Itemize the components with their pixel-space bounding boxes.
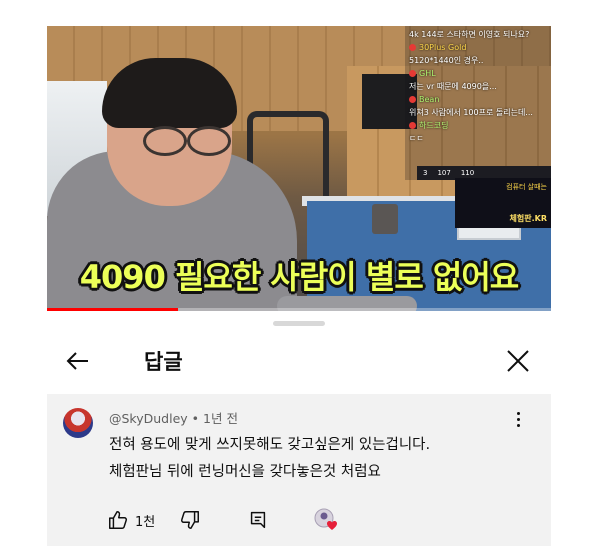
close-icon xyxy=(507,350,529,372)
back-button[interactable] xyxy=(61,344,95,378)
video-progress-fill xyxy=(47,308,179,311)
streamer-glasses xyxy=(139,126,231,156)
chat-badge-icon xyxy=(409,122,416,129)
chat-line: GHL xyxy=(405,67,551,80)
meta-separator: • xyxy=(191,411,204,426)
comment-card: @SkyDudley • 1년 전 전혀 용도에 맞게 쓰지못해도 갖고싶은게 … xyxy=(47,394,551,546)
counter-value: 3 xyxy=(423,169,428,177)
chat-line: 4k 144로 스타하면 이영호 되나요? xyxy=(409,30,530,39)
promo-brand: 체험판.KR xyxy=(509,214,547,223)
comment-line: 체험판님 뒤에 런닝머신을 갖다놓은것 처럼요 xyxy=(109,464,381,480)
reply-button[interactable] xyxy=(247,507,269,533)
thumb-up-icon xyxy=(109,511,128,529)
close-button[interactable] xyxy=(501,344,535,378)
comment-line: 전혀 용도에 맞게 쓰지못해도 갖고싶은게 있는겁니다. xyxy=(109,437,431,453)
thumb-down-icon xyxy=(180,511,199,529)
more-options-button[interactable] xyxy=(513,412,523,434)
video-player[interactable]: 4k 144로 스타하면 이영호 되나요? 30Plus Gold 5120*1… xyxy=(47,26,551,311)
comment-actions: 1천 xyxy=(107,507,547,533)
creator-heart xyxy=(313,507,341,533)
chat-line: Bean xyxy=(405,93,551,106)
chat-line: 5120*1440인 경우.. xyxy=(409,56,484,65)
chat-line: 하드코딩 xyxy=(405,119,551,132)
chat-line: 저는 vr 때문에 4090을... xyxy=(409,82,497,91)
live-chat-overlay: 4k 144로 스타하면 이영호 되나요? 30Plus Gold 5120*1… xyxy=(405,26,551,180)
chat-line: ㄷㄷ xyxy=(409,134,424,143)
video-progress-bar[interactable] xyxy=(47,308,551,311)
arrow-left-icon xyxy=(66,352,88,370)
avatar[interactable] xyxy=(63,408,93,438)
sheet-title: 답글 xyxy=(144,350,183,374)
more-vert-icon xyxy=(513,412,523,427)
chat-line: 30Plus Gold xyxy=(405,41,551,54)
scene-cpu-cooler xyxy=(372,204,398,234)
app-frame: 4k 144로 스타하면 이영호 되나요? 30Plus Gold 5120*1… xyxy=(47,26,551,546)
video-subtitle: 4090 필요한 사람이 별로 없어요 xyxy=(79,258,519,296)
comment-meta: @SkyDudley • 1년 전 xyxy=(109,408,238,427)
comment-body: 전혀 용도에 맞게 쓰지못해도 갖고싶은게 있는겁니다. 체험판님 뒤에 런닝머… xyxy=(109,432,430,486)
like-button[interactable]: 1천 xyxy=(107,507,155,533)
sheet-header: 답글 xyxy=(47,332,551,388)
reply-comment-icon xyxy=(250,511,266,529)
comment-author[interactable]: @SkyDudley xyxy=(109,411,188,426)
chat-badge-icon xyxy=(409,70,416,77)
creator-heart-icon xyxy=(314,508,337,530)
like-count: 1천 xyxy=(135,514,156,530)
comment-time: 1년 전 xyxy=(203,411,238,426)
chat-badge-icon xyxy=(409,96,416,103)
counter-value: 107 xyxy=(437,169,451,177)
sheet-drag-handle[interactable] xyxy=(273,321,325,326)
dislike-button[interactable] xyxy=(179,507,201,533)
promo-overlay: 컴퓨터 살때는 체험판.KR xyxy=(455,178,551,228)
chat-line: 위쳐3 사람에서 100프로 돌리는데... xyxy=(409,108,533,117)
chat-badge-icon xyxy=(409,44,416,51)
promo-text: 컴퓨터 살때는 xyxy=(506,183,547,191)
replies-sheet: 답글 @SkyDudley • 1년 전 전혀 용도에 맞게 쓰지못해도 갖고싶… xyxy=(47,314,551,546)
